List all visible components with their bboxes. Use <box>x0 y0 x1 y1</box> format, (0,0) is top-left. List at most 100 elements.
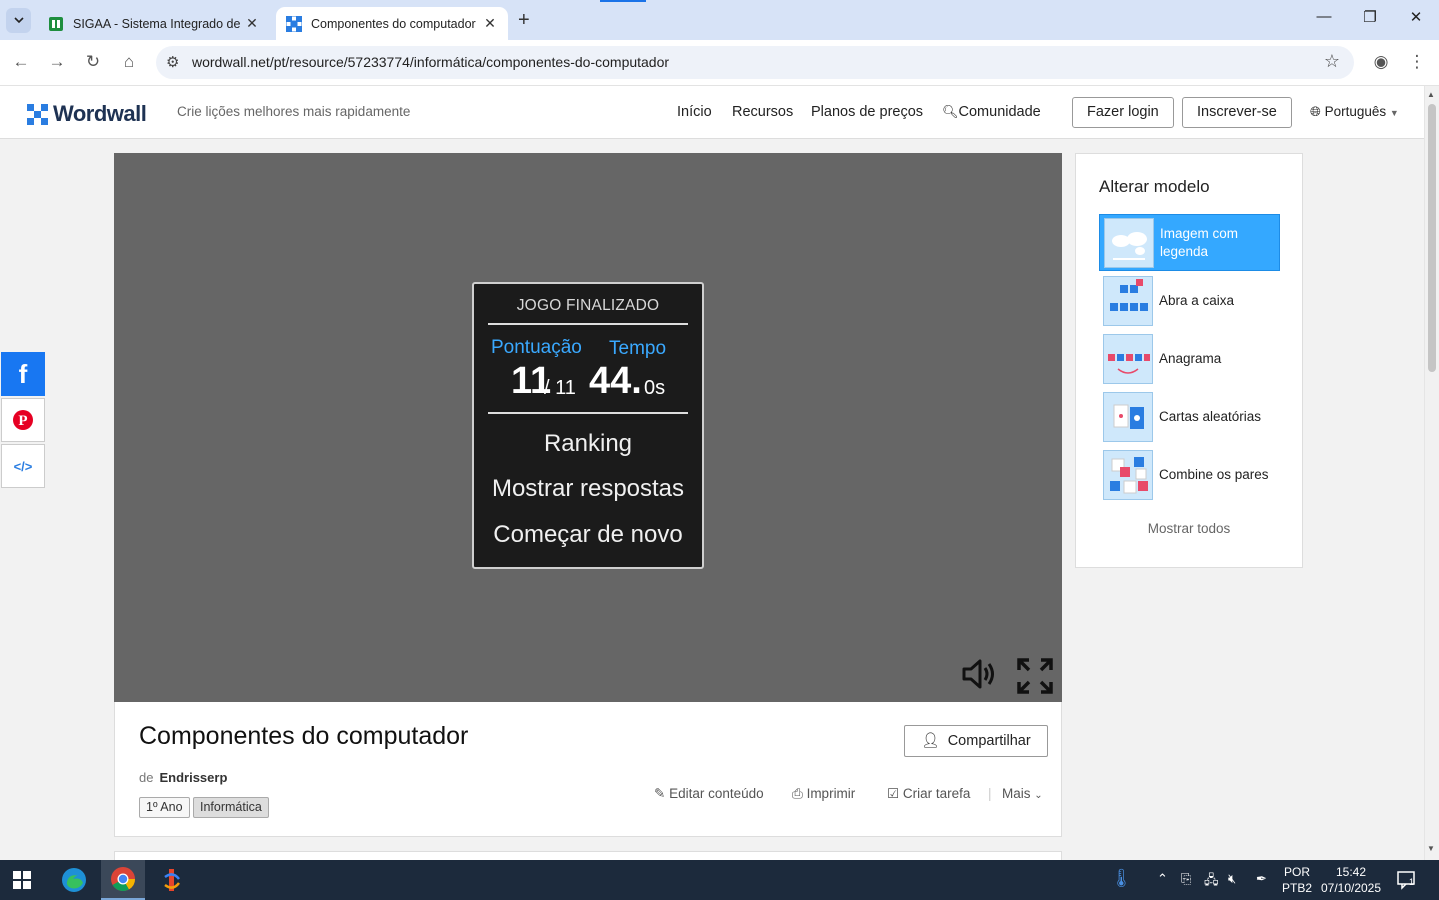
new-tab-button[interactable]: + <box>518 9 530 32</box>
bookmark-star-icon[interactable]: ☆ <box>1324 51 1340 72</box>
chrome-icon <box>111 867 135 892</box>
scroll-thumb[interactable] <box>1428 104 1436 372</box>
pinterest-icon: P <box>13 410 33 430</box>
edit-content-link[interactable]: ✎ Editar conteúdo <box>654 786 764 802</box>
notifications-icon[interactable]: 1 <box>1397 870 1417 893</box>
url-text[interactable]: wordwall.net/pt/resource/57233774/inform… <box>192 54 669 70</box>
game-area[interactable]: JOGO FINALIZADO Pontuação Tempo 11 / 11 … <box>114 153 1062 702</box>
restore-button[interactable]: ❐ <box>1360 8 1380 26</box>
template-abra-a-caixa[interactable]: Abra a caixa <box>1099 272 1280 329</box>
share-label: Compartilhar <box>947 733 1031 749</box>
show-all-link[interactable]: Mostrar todos <box>1076 521 1302 536</box>
show-answers-button[interactable]: Mostrar respostas <box>474 475 702 503</box>
edge-icon <box>62 868 86 892</box>
edit-label: Editar conteúdo <box>669 786 764 801</box>
tab-wordwall[interactable]: Componentes do computador ✕ <box>276 7 508 40</box>
search-icon: 🔍︎ <box>942 104 959 119</box>
thermometer-icon[interactable]: 🌡︎ <box>1110 868 1133 889</box>
restart-button[interactable]: Começar de novo <box>474 521 702 549</box>
wordwall-logo[interactable]: Wordwall <box>27 101 147 127</box>
anagram-icon <box>1103 333 1153 384</box>
template-sidebar: Alterar modelo Imagem com legenda Abra a… <box>1075 153 1303 568</box>
byline: de Endrisserp <box>139 770 227 785</box>
language-label: Português <box>1324 104 1387 119</box>
nav-inicio[interactable]: Início <box>677 104 712 120</box>
clock[interactable]: 15:42 07/10/2025 <box>1318 864 1384 896</box>
facebook-share-button[interactable]: f <box>1 352 45 396</box>
template-label: Anagrama <box>1159 350 1222 366</box>
home-icon[interactable]: ⌂ <box>118 52 140 72</box>
chrome-taskbar-button[interactable] <box>101 860 145 900</box>
tab-title: Componentes do computador <box>311 16 476 31</box>
pinterest-share-button[interactable]: P <box>1 398 45 442</box>
fullscreen-icon[interactable] <box>1017 658 1053 702</box>
app-icon <box>164 869 180 891</box>
more-dropdown[interactable]: Mais ⌄ <box>1002 786 1043 801</box>
back-icon[interactable]: ← <box>10 52 32 72</box>
windows-taskbar: 🌡︎ ⌃ ⎘ 🖧︎ 🔇︎ ✒ POR PTB2 15:42 07/10/2025… <box>0 860 1439 900</box>
scroll-up-icon[interactable]: ▲ <box>1427 90 1435 99</box>
template-anagrama[interactable]: Anagrama <box>1099 330 1280 387</box>
close-tab-icon[interactable]: ✕ <box>482 15 498 32</box>
app-taskbar-button[interactable] <box>150 860 194 900</box>
nav-comunidade[interactable]: 🔍︎Comunidade <box>942 104 1041 120</box>
template-cartas-aleatorias[interactable]: Cartas aleatórias <box>1099 388 1280 445</box>
close-window-button[interactable]: ✕ <box>1406 8 1426 26</box>
template-label: Cartas aleatórias <box>1159 408 1262 424</box>
forward-icon[interactable]: → <box>46 52 68 72</box>
sound-icon[interactable] <box>961 658 997 698</box>
page-scrollbar[interactable]: ▲ ▼ <box>1424 86 1439 860</box>
globe-icon: 🌐︎ <box>1310 104 1321 119</box>
divider <box>488 323 688 325</box>
tab-search-button[interactable] <box>6 8 31 33</box>
byline-prefix: de <box>139 770 154 785</box>
ranking-button[interactable]: Ranking <box>474 430 702 458</box>
scroll-down-icon[interactable]: ▼ <box>1427 844 1435 853</box>
language-selector[interactable]: 🌐︎ Português ▼ <box>1310 104 1399 120</box>
clock-time: 15:42 <box>1335 865 1367 879</box>
signup-button[interactable]: Inscrever-se <box>1182 97 1292 128</box>
wordwall-icon <box>285 15 303 32</box>
activity-title: Componentes do computador <box>139 722 469 750</box>
profile-icon[interactable]: ◉ <box>1370 52 1392 72</box>
template-imagem-com-legenda[interactable]: Imagem com legenda <box>1099 214 1280 271</box>
tab-sigaa[interactable]: SIGAA - Sistema Integrado de Gestão ✕ <box>38 7 270 40</box>
volume-muted-icon[interactable]: 🔇︎ <box>1228 871 1236 887</box>
logo-mark-icon <box>27 103 48 125</box>
divider <box>488 412 688 414</box>
clock-date: 07/10/2025 <box>1320 881 1382 895</box>
login-button[interactable]: Fazer login <box>1072 97 1174 128</box>
boxes-icon <box>1103 275 1153 326</box>
share-button[interactable]: 👤︎ Compartilhar <box>904 725 1048 757</box>
time-unit: 0s <box>644 377 666 399</box>
print-link[interactable]: ⎙ Imprimir <box>792 786 855 802</box>
world-map-icon <box>1104 217 1154 268</box>
reload-icon[interactable]: ↻ <box>82 52 104 72</box>
caret-down-icon: ▼ <box>1389 108 1399 118</box>
show-hidden-icons[interactable]: ⌃ <box>1157 871 1168 887</box>
address-bar[interactable]: ⚙ wordwall.net/pt/resource/57233774/info… <box>156 46 1354 79</box>
author-link[interactable]: Endrisserp <box>159 770 227 785</box>
minimize-button[interactable]: — <box>1314 8 1334 25</box>
browser-tabbar: SIGAA - Sistema Integrado de Gestão ✕ Co… <box>0 0 1439 40</box>
meet-icon[interactable]: ⎘ <box>1181 871 1191 887</box>
tag-grade[interactable]: 1º Ano <box>139 797 190 818</box>
input-language[interactable]: POR PTB2 <box>1280 864 1314 896</box>
close-tab-icon[interactable]: ✕ <box>244 15 260 32</box>
pen-icon[interactable]: ✒ <box>1256 871 1267 887</box>
embed-share-button[interactable]: </> <box>1 444 45 488</box>
menu-icon[interactable]: ⋮ <box>1406 52 1428 72</box>
score-total: / 11 <box>544 377 576 399</box>
match-pairs-icon <box>1103 449 1153 500</box>
site-info-icon[interactable]: ⚙ <box>166 53 179 71</box>
assign-link[interactable]: ☑ Criar tarefa <box>887 786 970 802</box>
print-label: Imprimir <box>806 786 856 801</box>
nav-recursos[interactable]: Recursos <box>732 104 793 120</box>
network-icon[interactable]: 🖧︎ <box>1204 871 1219 893</box>
start-button[interactable] <box>0 860 44 900</box>
tag-subject[interactable]: Informática <box>193 797 269 818</box>
separator: | <box>988 786 992 801</box>
nav-planos[interactable]: Planos de preços <box>811 104 923 120</box>
template-combine-os-pares[interactable]: Combine os pares <box>1099 446 1280 503</box>
edge-taskbar-button[interactable] <box>52 860 96 900</box>
